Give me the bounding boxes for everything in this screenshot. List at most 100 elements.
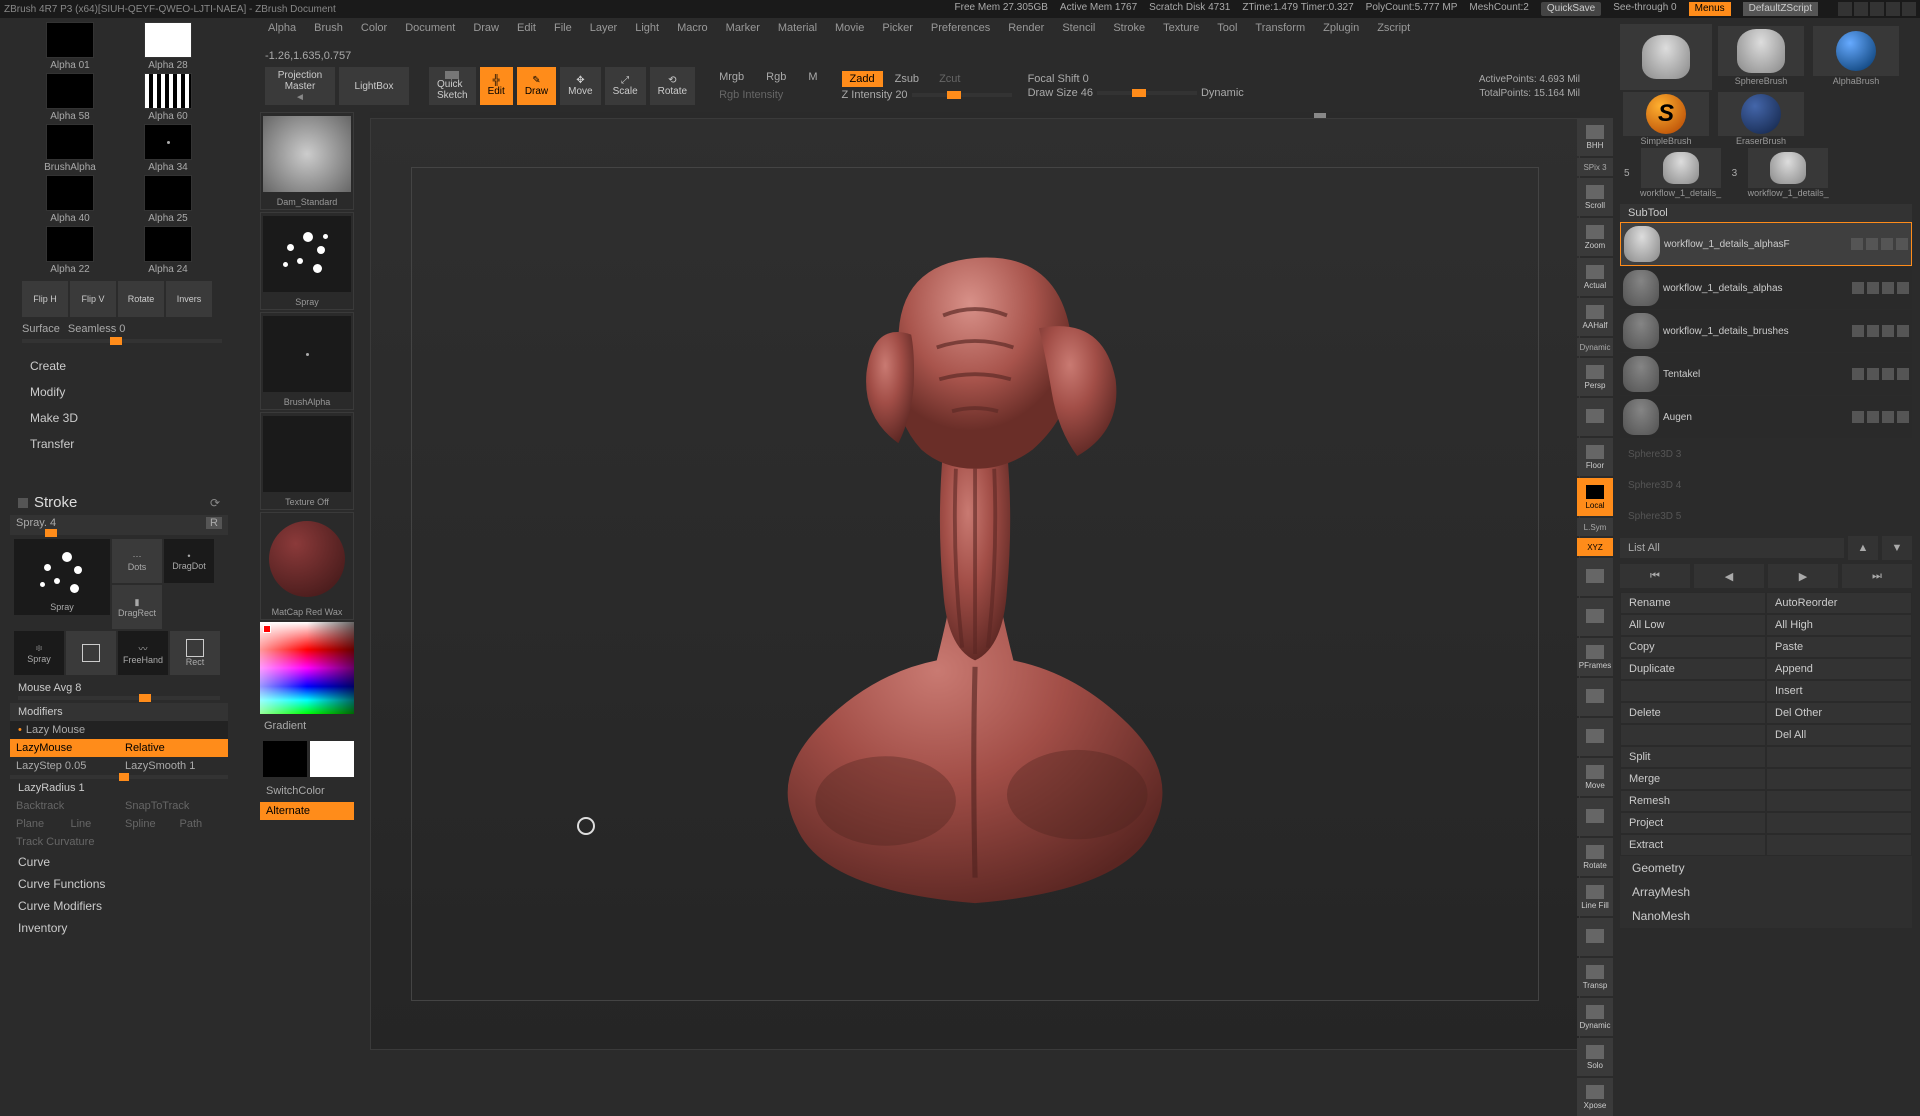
menu-macro[interactable]: Macro: [669, 20, 716, 36]
subtool-action-all-high[interactable]: All High: [1766, 614, 1912, 636]
nav-aahalf[interactable]: AAHalf: [1577, 298, 1613, 336]
menu-movie[interactable]: Movie: [827, 20, 872, 36]
material-picker[interactable]: MatCap Red Wax: [260, 512, 354, 620]
transfer-menu[interactable]: Transfer: [22, 431, 222, 457]
stroke-picker[interactable]: Spray: [260, 212, 354, 310]
track-spline[interactable]: Spline: [119, 815, 174, 833]
nav-blank[interactable]: [1577, 398, 1613, 436]
inverse-button[interactable]: Invers: [166, 281, 212, 317]
menu-stroke[interactable]: Stroke: [1105, 20, 1153, 36]
stroke-dots-icon[interactable]: ⋯Dots: [112, 539, 162, 583]
menu-layer[interactable]: Layer: [582, 20, 626, 36]
move-button[interactable]: ✥Move: [560, 67, 600, 105]
arraymesh-section[interactable]: ArrayMesh: [1620, 880, 1912, 904]
list-all-button[interactable]: List All: [1620, 538, 1844, 558]
subtool-action-autoreorder[interactable]: AutoReorder: [1766, 592, 1912, 614]
create-menu[interactable]: Create: [22, 353, 222, 379]
menu-zscript[interactable]: Zscript: [1369, 20, 1418, 36]
dynamic-toggle[interactable]: Dynamic: [1201, 87, 1244, 99]
subtool-item[interactable]: Augen: [1620, 396, 1912, 438]
close-icon[interactable]: [1902, 2, 1916, 16]
brush-picker[interactable]: Dam_Standard: [260, 112, 354, 210]
subtool-action-split[interactable]: Split: [1620, 746, 1766, 768]
zsub-toggle[interactable]: Zsub: [887, 71, 927, 87]
subtool-action-copy[interactable]: Copy: [1620, 636, 1766, 658]
stroke-rect-blank[interactable]: [66, 631, 116, 675]
min-icon[interactable]: [1838, 2, 1852, 16]
menu-marker[interactable]: Marker: [718, 20, 768, 36]
flip-h-button[interactable]: Flip H: [22, 281, 68, 317]
subtool-action-rename[interactable]: Rename: [1620, 592, 1766, 614]
alpha-swatch[interactable]: [46, 22, 94, 58]
track-curvature[interactable]: Track Curvature: [10, 833, 228, 851]
subtool-action-insert[interactable]: Insert: [1766, 680, 1912, 702]
lazymouse-toggle[interactable]: LazyMouse: [10, 739, 119, 757]
subtool-action-delete[interactable]: Delete: [1620, 702, 1766, 724]
nav-first-icon[interactable]: ⏮: [1620, 564, 1690, 588]
nav-rotate[interactable]: Rotate: [1577, 838, 1613, 876]
lazyradius-slider[interactable]: LazyRadius 1: [10, 779, 228, 797]
menu-file[interactable]: File: [546, 20, 580, 36]
help-icon[interactable]: [1870, 2, 1884, 16]
nav-floor[interactable]: Floor: [1577, 438, 1613, 476]
projection-master-button[interactable]: Projection Master◄: [265, 67, 335, 105]
nav-zoom[interactable]: Zoom: [1577, 218, 1613, 256]
lazysmooth-slider[interactable]: LazySmooth 1: [119, 757, 228, 775]
draw-button[interactable]: ✎Draw: [517, 67, 556, 105]
subtool-action-del-all[interactable]: Del All: [1766, 724, 1912, 746]
nav-local[interactable]: Local: [1577, 478, 1613, 516]
nav-bhh[interactable]: BHH: [1577, 118, 1613, 156]
rotate-button[interactable]: Rotate: [118, 281, 164, 317]
color-picker[interactable]: [260, 622, 354, 714]
menu-document[interactable]: Document: [397, 20, 463, 36]
nav-blank[interactable]: [1577, 558, 1613, 596]
alpha-swatch[interactable]: [46, 175, 94, 211]
subtool-action-duplicate[interactable]: Duplicate: [1620, 658, 1766, 680]
rotate-button-top[interactable]: ⟲Rotate: [650, 67, 695, 105]
quicksketch-button[interactable]: Quick Sketch: [429, 67, 476, 105]
m-toggle[interactable]: M: [800, 69, 825, 85]
quicksave-button[interactable]: QuickSave: [1541, 2, 1601, 16]
tool-eraser-thumb[interactable]: [1718, 92, 1804, 136]
subtool-action-merge[interactable]: Merge: [1620, 768, 1766, 790]
nav-xyz[interactable]: XYZ: [1577, 538, 1613, 556]
nav-dynamic[interactable]: Dynamic: [1577, 338, 1613, 356]
tool-sphere-thumb[interactable]: [1718, 26, 1804, 76]
nav-dynamic[interactable]: Dynamic: [1577, 998, 1613, 1036]
subtool-item[interactable]: Tentakel: [1620, 353, 1912, 395]
alpha-swatch[interactable]: [46, 226, 94, 262]
relative-toggle[interactable]: Relative: [119, 739, 228, 757]
nav-blank[interactable]: [1577, 678, 1613, 716]
subtool-item[interactable]: workflow_1_details_alphasF: [1620, 222, 1912, 266]
alpha-picker[interactable]: BrushAlpha: [260, 312, 354, 410]
subtool-header[interactable]: SubTool: [1620, 204, 1912, 222]
lazystep-slider[interactable]: LazyStep 0.05: [10, 757, 119, 775]
nav-transp[interactable]: Transp: [1577, 958, 1613, 996]
tool-thumb-main[interactable]: [1620, 24, 1712, 90]
alpha-swatch[interactable]: [144, 175, 192, 211]
subtool-action-extract[interactable]: Extract: [1620, 834, 1766, 856]
replay-button[interactable]: R: [206, 517, 222, 529]
track-plane[interactable]: Plane: [10, 815, 65, 833]
secondary-color-swatch[interactable]: [263, 741, 307, 777]
nav-blank[interactable]: [1577, 598, 1613, 636]
edit-button[interactable]: ╬Edit: [480, 67, 513, 105]
mrgb-toggle[interactable]: Mrgb: [711, 69, 752, 85]
nav-spix-3[interactable]: SPix 3: [1577, 158, 1613, 176]
nav-solo[interactable]: Solo: [1577, 1038, 1613, 1076]
stroke-spray2-icon[interactable]: ፨Spray: [14, 631, 64, 675]
subtool-item[interactable]: Sphere3D 5: [1620, 501, 1912, 532]
tool-wf1-thumb[interactable]: [1641, 148, 1721, 188]
subtool-item[interactable]: workflow_1_details_alphas: [1620, 267, 1912, 309]
mouse-avg-slider[interactable]: Mouse Avg 8: [18, 682, 81, 694]
subtool-action-all-low[interactable]: All Low: [1620, 614, 1766, 636]
alpha-swatch[interactable]: [144, 124, 192, 160]
make3d-menu[interactable]: Make 3D: [22, 405, 222, 431]
curve-section[interactable]: Curve: [10, 851, 228, 873]
nav-move[interactable]: Move: [1577, 758, 1613, 796]
rgb-toggle[interactable]: Rgb: [758, 69, 794, 85]
subtool-action-paste[interactable]: Paste: [1766, 636, 1912, 658]
nav-l.sym[interactable]: L.Sym: [1577, 518, 1613, 536]
pin-icon[interactable]: [18, 498, 28, 508]
alpha-swatch[interactable]: [144, 22, 192, 58]
